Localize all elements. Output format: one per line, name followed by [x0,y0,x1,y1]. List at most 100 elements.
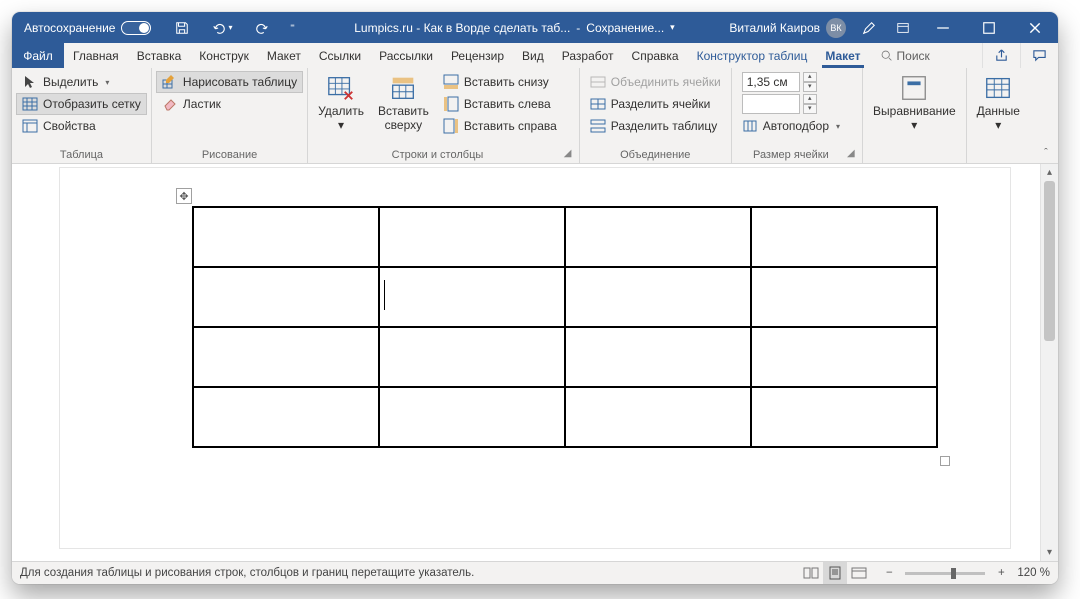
autosave-label: Автосохранение [24,21,115,35]
tab-help[interactable]: Справка [623,43,688,68]
scroll-thumb[interactable] [1044,181,1055,341]
select-button[interactable]: Выделить▾ [16,71,147,93]
print-layout-button[interactable] [823,562,847,584]
zoom-out-button[interactable]: − [879,567,899,579]
group-table-label: Таблица [16,148,147,163]
editable-table[interactable] [192,206,938,448]
tab-file[interactable]: Файл [12,43,64,68]
tab-design[interactable]: Конструк [190,43,258,68]
app-window: Автосохранение ▾ ⁼ Lumpics.ru - Как в Во… [12,12,1058,584]
split-table-button[interactable]: Разделить таблицу [584,115,727,137]
undo-icon [212,21,226,35]
insert-below-icon [443,74,459,90]
group-cellsize-label: Размер ячейки [736,148,846,163]
draw-mode-button[interactable] [852,12,886,43]
split-table-icon [590,118,606,134]
zoom-value[interactable]: 120 % [1017,567,1050,579]
avatar: ВК [826,18,846,38]
tab-developer[interactable]: Разработ [553,43,623,68]
table-resize-handle[interactable] [940,456,950,466]
zoom-slider[interactable] [905,572,985,575]
share-button[interactable] [982,43,1020,68]
row-height-control[interactable]: 1,35 см ▴▾ [736,71,846,93]
tell-me-search[interactable]: Поиск [870,43,940,68]
status-hint: Для создания таблицы и рисования строк, … [20,567,474,579]
delete-button[interactable]: Удалить▾ [312,71,370,143]
maximize-button[interactable] [966,12,1012,43]
tab-table-layout[interactable]: Макет [816,43,869,68]
ribbon-display-button[interactable] [886,12,920,43]
minimize-button[interactable] [920,12,966,43]
cellsize-launcher[interactable]: ◢ [847,148,859,160]
col-width-input[interactable] [742,94,800,114]
autofit-button[interactable]: Автоподбор▾ [736,115,846,137]
vertical-scrollbar[interactable]: ▴ ▾ [1040,164,1058,561]
insert-right-icon [443,118,459,134]
zoom-in-button[interactable]: + [991,567,1011,579]
read-mode-button[interactable] [799,562,823,584]
row-height-spinner[interactable]: ▴▾ [803,72,817,92]
page-container[interactable]: ✥ [12,164,1040,561]
scroll-up-icon[interactable]: ▴ [1041,164,1058,181]
insert-below-button[interactable]: Вставить снизу [437,71,563,93]
group-rows-cols: Удалить▾ Вставить сверху Вставить снизу … [308,68,580,163]
view-gridlines-button[interactable]: Отобразить сетку [16,93,147,115]
web-layout-button[interactable] [847,562,871,584]
insert-left-icon [443,96,459,112]
group-merge-label: Объединение [584,148,727,163]
col-width-spinner[interactable]: ▴▾ [803,94,817,114]
web-layout-icon [851,566,867,580]
redo-button[interactable] [245,12,279,43]
search-icon [880,49,893,62]
save-button[interactable] [165,12,199,43]
group-cell-size: 1,35 см ▴▾ ▴▾ Автоподбор▾ [732,68,863,163]
ribbon-options-icon [896,21,910,35]
pen-icon [862,21,876,35]
properties-button[interactable]: Свойства [16,115,147,137]
eraser-button[interactable]: Ластик [156,93,303,115]
scroll-down-icon[interactable]: ▾ [1041,544,1058,561]
insert-right-button[interactable]: Вставить справа [437,115,563,137]
draw-table-button[interactable]: Нарисовать таблицу [156,71,303,93]
insert-above-button[interactable]: Вставить сверху [372,71,435,143]
close-button[interactable] [1012,12,1058,43]
share-icon [994,48,1009,63]
row-height-input[interactable]: 1,35 см [742,72,800,92]
toggle-icon [121,21,151,35]
table-row [193,207,937,267]
document-title-area: Lumpics.ru - Как в Ворде сделать таб... … [305,21,723,35]
tab-references[interactable]: Ссылки [310,43,370,68]
quick-access-toolbar: ▾ ⁼ [159,12,305,43]
alignment-button[interactable]: Выравнивание▾ [867,71,962,143]
undo-button[interactable]: ▾ [205,12,239,43]
table-row [193,387,937,447]
qat-customize[interactable]: ⁼ [285,12,299,43]
collapse-ribbon-button[interactable]: ˆ [1038,147,1054,161]
grid-icon [22,96,38,112]
ribbon-tabs: Файл Главная Вставка Конструк Макет Ссыл… [12,43,1058,68]
group-data: Данные▾ [967,68,1030,163]
eraser-icon [162,96,178,112]
data-icon [983,73,1013,103]
tab-view[interactable]: Вид [513,43,553,68]
rows-cols-launcher[interactable]: ◢ [564,148,576,160]
insert-left-button[interactable]: Вставить слева [437,93,563,115]
tab-home[interactable]: Главная [64,43,128,68]
col-width-control[interactable]: ▴▾ [736,93,846,115]
table-move-handle[interactable]: ✥ [176,188,192,204]
tab-review[interactable]: Рецензир [442,43,513,68]
maximize-icon [982,21,996,35]
data-button[interactable]: Данные▾ [971,71,1026,143]
read-mode-icon [803,566,819,580]
status-bar: Для создания таблицы и рисования строк, … [12,561,1058,584]
tab-layout[interactable]: Макет [258,43,310,68]
tab-insert[interactable]: Вставка [128,43,191,68]
merge-cells-button: Объединить ячейки [584,71,727,93]
comments-button[interactable] [1020,43,1058,68]
tab-table-design[interactable]: Конструктор таблиц [688,43,817,68]
autosave-toggle[interactable]: Автосохранение [16,21,159,35]
table-row [193,327,937,387]
user-account[interactable]: Виталий Каиров ВК [723,18,852,38]
tab-mailings[interactable]: Рассылки [370,43,442,68]
split-cells-button[interactable]: Разделить ячейки [584,93,727,115]
